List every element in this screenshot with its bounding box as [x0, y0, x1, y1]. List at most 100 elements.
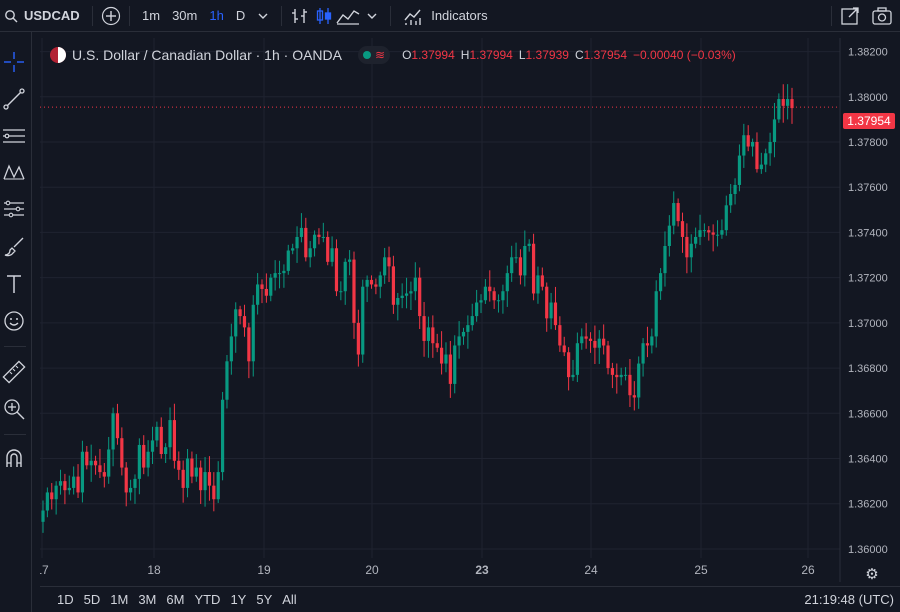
- settings-gear-icon[interactable]: ⚙: [865, 566, 878, 583]
- range-all[interactable]: All: [277, 592, 301, 607]
- candle-body: [321, 236, 325, 238]
- candle-body: [238, 309, 242, 317]
- utc-clock[interactable]: 21:19:48 (UTC): [804, 592, 900, 607]
- candle-body: [781, 99, 785, 106]
- range-5y[interactable]: 5Y: [251, 592, 277, 607]
- candles-icon[interactable]: [312, 4, 336, 28]
- candle-body: [488, 286, 492, 292]
- candle-body: [190, 458, 194, 477]
- divider: [390, 5, 392, 26]
- range-5d[interactable]: 5D: [79, 592, 106, 607]
- emoji-icon[interactable]: [2, 309, 26, 333]
- open-label: O: [402, 48, 412, 62]
- candle-body: [453, 345, 457, 384]
- candle-body: [457, 336, 461, 346]
- candle-body: [67, 487, 71, 491]
- time-tick-label: 26: [801, 563, 815, 577]
- candle-body: [694, 236, 698, 244]
- ruler-icon[interactable]: [2, 360, 26, 384]
- candle-body: [413, 277, 417, 292]
- candle-body: [448, 354, 452, 384]
- candle-body: [299, 227, 304, 237]
- candle-body: [304, 227, 308, 258]
- candle-body: [733, 184, 737, 194]
- candle-body: [80, 451, 85, 493]
- candle-body: [374, 284, 378, 287]
- symbol-title[interactable]: U.S. Dollar / Canadian Dollar · 1h · OAN…: [72, 47, 342, 63]
- candle-body: [404, 293, 409, 296]
- candle-body: [185, 458, 190, 488]
- candle-body: [203, 472, 207, 491]
- market-status-badge[interactable]: ≋: [358, 46, 391, 64]
- symbol-label: USDCAD: [24, 8, 80, 23]
- indicators-button[interactable]: Indicators: [397, 6, 493, 26]
- candle-body: [41, 510, 45, 522]
- candle-body: [72, 476, 76, 488]
- candle-body: [54, 485, 58, 500]
- chevron-down-icon[interactable]: [251, 4, 275, 28]
- range-1d[interactable]: 1D: [52, 592, 79, 607]
- candle-body: [431, 327, 435, 344]
- candle-body: [755, 142, 759, 170]
- range-3m[interactable]: 3M: [133, 592, 161, 607]
- search-icon: [5, 9, 18, 22]
- candle-body: [93, 460, 98, 466]
- range-ytd[interactable]: YTD: [189, 592, 225, 607]
- symbol-search[interactable]: USDCAD: [0, 8, 86, 23]
- candle-body: [308, 248, 312, 258]
- interval-1m[interactable]: 1m: [136, 8, 166, 23]
- text-tool-icon[interactable]: [2, 272, 26, 296]
- close-label: C: [574, 48, 584, 62]
- candle-body: [505, 273, 509, 292]
- pattern-icon[interactable]: [2, 161, 26, 185]
- time-tick-label: 18: [147, 563, 161, 577]
- candle-body: [610, 368, 615, 375]
- range-1y[interactable]: 1Y: [225, 592, 251, 607]
- interval-1h[interactable]: 1h: [203, 8, 229, 23]
- chevron-down-icon[interactable]: [360, 4, 384, 28]
- candle-body: [667, 225, 671, 246]
- candle-body: [483, 286, 487, 301]
- trend-line-icon[interactable]: [2, 87, 26, 111]
- range-6m[interactable]: 6M: [161, 592, 189, 607]
- fullscreen-icon[interactable]: [838, 4, 862, 28]
- chart-legend: U.S. Dollar / Canadian Dollar · 1h · OAN…: [50, 46, 736, 64]
- candle-body: [98, 465, 102, 473]
- candle-body: [672, 203, 676, 226]
- range-1m[interactable]: 1M: [105, 592, 133, 607]
- magnet-icon[interactable]: [2, 446, 26, 470]
- crosshair-icon[interactable]: [2, 50, 26, 74]
- area-chart-icon[interactable]: [336, 4, 360, 28]
- candle-body: [510, 257, 514, 274]
- bar-chart-icon[interactable]: [288, 4, 312, 28]
- candle-body: [628, 374, 632, 396]
- candle-body: [663, 246, 667, 274]
- interval-d[interactable]: D: [230, 8, 251, 23]
- zoom-in-icon[interactable]: [2, 397, 26, 421]
- candle-body: [396, 298, 400, 305]
- candle-body: [584, 336, 588, 339]
- candle-body: [133, 478, 137, 488]
- candle-body: [786, 99, 790, 106]
- candle-body: [181, 469, 185, 488]
- candle-body: [444, 354, 448, 364]
- price-chart[interactable]: 1.38200 1.38000 1.37800 1.37600 1.37400 1.372…: [40, 38, 900, 586]
- interval-30m[interactable]: 30m: [166, 8, 203, 23]
- candle-body: [702, 230, 706, 232]
- time-tick-label: 25: [694, 563, 708, 577]
- open-value: 1.37994: [411, 48, 455, 62]
- fib-retracement-icon[interactable]: [2, 198, 26, 222]
- candle-body: [361, 286, 365, 355]
- price-tick-label: 1.37600: [848, 182, 888, 194]
- time-tick-label: 24: [584, 563, 598, 577]
- candle-body: [562, 345, 566, 353]
- candle-body: [470, 316, 474, 326]
- candle-body: [531, 243, 536, 294]
- change-value: −0.00040 (−0.03%): [633, 48, 736, 62]
- horizontal-lines-icon[interactable]: [2, 124, 26, 148]
- candle-body: [124, 467, 128, 493]
- add-symbol-icon[interactable]: [99, 4, 123, 28]
- camera-icon[interactable]: [870, 4, 894, 28]
- candle-body: [680, 221, 685, 237]
- brush-icon[interactable]: [2, 235, 26, 259]
